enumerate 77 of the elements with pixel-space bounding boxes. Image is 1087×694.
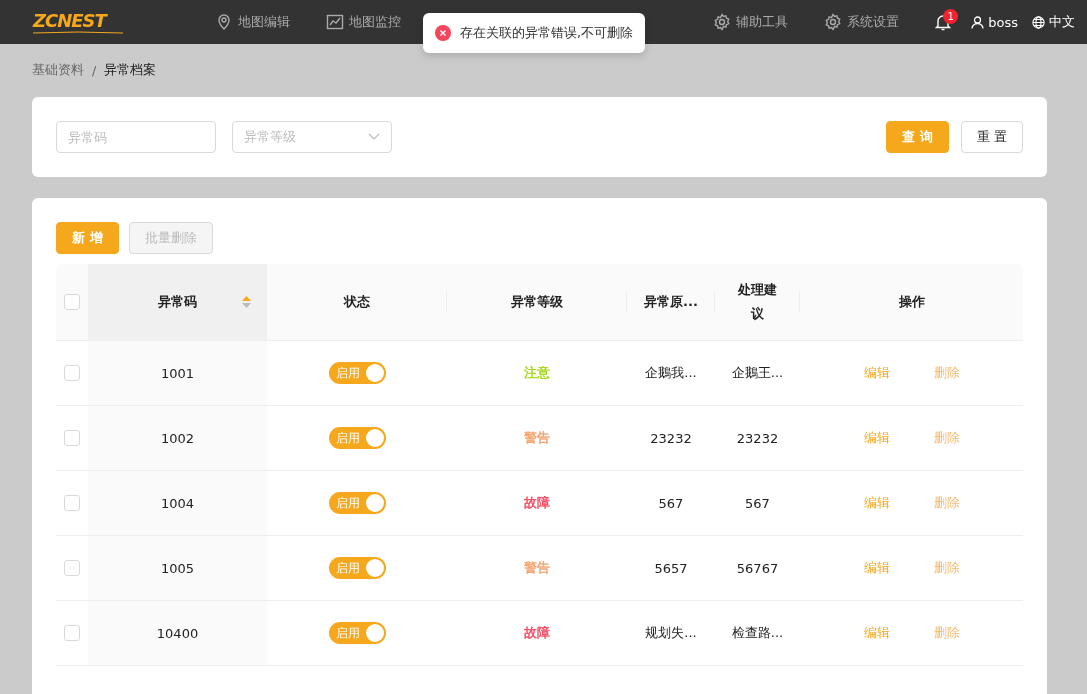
status-switch[interactable]: 启用	[328, 622, 386, 644]
edit-link[interactable]: 编辑	[863, 364, 890, 382]
column-header: 异常码	[158, 293, 197, 311]
table-cell: 23232	[650, 430, 692, 446]
level-tag: 故障	[524, 494, 550, 512]
delete-link[interactable]: 删除	[933, 429, 960, 447]
edit-link[interactable]: 编辑	[863, 494, 890, 512]
line-chart-icon	[326, 13, 344, 31]
column-header: 异常原...	[644, 293, 698, 311]
language-menu[interactable]: 中文	[1032, 13, 1075, 31]
table-cell: 1002	[160, 430, 195, 446]
status-switch[interactable]: 启用	[328, 492, 386, 514]
row-checkbox[interactable]	[64, 560, 80, 576]
table-cell: 567	[658, 495, 684, 511]
notification-badge: 1	[943, 8, 959, 24]
bell-icon[interactable]	[935, 13, 952, 31]
row-checkbox[interactable]	[64, 495, 80, 511]
edit-link[interactable]: 编辑	[863, 624, 890, 642]
user-name: boss	[988, 14, 1018, 30]
nav-item[interactable]: 地图编辑	[215, 13, 290, 31]
select-all-checkbox[interactable]	[64, 294, 80, 310]
logo: ZCNEST	[33, 10, 109, 31]
level-tag: 警告	[524, 429, 550, 447]
logo-underline-icon	[33, 30, 123, 34]
column-header: 处理建议	[737, 281, 778, 323]
nav-item[interactable]: 辅助工具	[713, 13, 788, 31]
toast-message: 存在关联的异常错误,不可删除	[460, 24, 634, 42]
status-switch[interactable]: 启用	[328, 362, 386, 384]
edit-link[interactable]: 编辑	[863, 429, 890, 447]
level-select[interactable]: 异常等级	[232, 121, 392, 153]
edit-link[interactable]: 编辑	[863, 559, 890, 577]
settings-icon	[713, 13, 731, 31]
delete-link[interactable]: 删除	[933, 559, 960, 577]
delete-link[interactable]: 删除	[933, 624, 960, 642]
reset-button[interactable]: 重 置	[960, 121, 1023, 153]
globe-icon	[1032, 15, 1045, 29]
location-pin-icon	[215, 13, 233, 31]
level-tag: 故障	[524, 624, 550, 642]
breadcrumb-item: 异常档案	[104, 62, 157, 79]
table-cell: 10400	[156, 625, 199, 641]
delete-link[interactable]: 删除	[933, 364, 960, 382]
nav-item[interactable]: 系统设置	[824, 13, 899, 31]
chevron-down-icon	[368, 133, 380, 141]
table-cell: 1001	[160, 365, 195, 381]
status-switch[interactable]: 启用	[328, 557, 386, 579]
column-header: 操作	[898, 293, 925, 311]
row-checkbox[interactable]	[64, 430, 80, 446]
breadcrumb-separator: /	[92, 63, 97, 78]
table-cell: 23232	[736, 430, 779, 446]
error-icon	[435, 25, 451, 41]
column-header: 状态	[344, 293, 370, 311]
breadcrumb-item[interactable]: 基础资料	[32, 62, 84, 79]
user-menu[interactable]: boss	[971, 14, 1018, 30]
level-tag: 警告	[524, 559, 550, 577]
row-checkbox[interactable]	[64, 365, 80, 381]
table-cell: 企鵝王...	[731, 364, 784, 382]
table-cell: 56767	[736, 560, 779, 576]
nav-item[interactable]: 地图监控	[326, 13, 401, 31]
add-button[interactable]: 新 增	[56, 222, 119, 254]
table-cell: 规划失...	[645, 624, 697, 642]
search-button[interactable]: 查 询	[886, 121, 949, 153]
row-checkbox[interactable]	[64, 625, 80, 641]
delete-link[interactable]: 删除	[933, 494, 960, 512]
table-cell: 5657	[654, 560, 688, 576]
status-switch[interactable]: 启用	[328, 427, 386, 449]
user-icon	[971, 15, 985, 29]
sort-icon[interactable]	[242, 295, 251, 309]
language-label: 中文	[1049, 13, 1075, 31]
level-tag: 注意	[524, 364, 550, 382]
code-field[interactable]: 异常码	[56, 121, 216, 153]
table-cell: 检查路...	[731, 624, 784, 642]
settings-icon	[824, 13, 842, 31]
table-cell: 1005	[160, 560, 195, 576]
table-cell: 企鵝我...	[645, 364, 697, 382]
column-header: 异常等级	[511, 293, 563, 311]
table-cell: 1004	[160, 495, 195, 511]
table-cell: 567	[745, 495, 770, 511]
